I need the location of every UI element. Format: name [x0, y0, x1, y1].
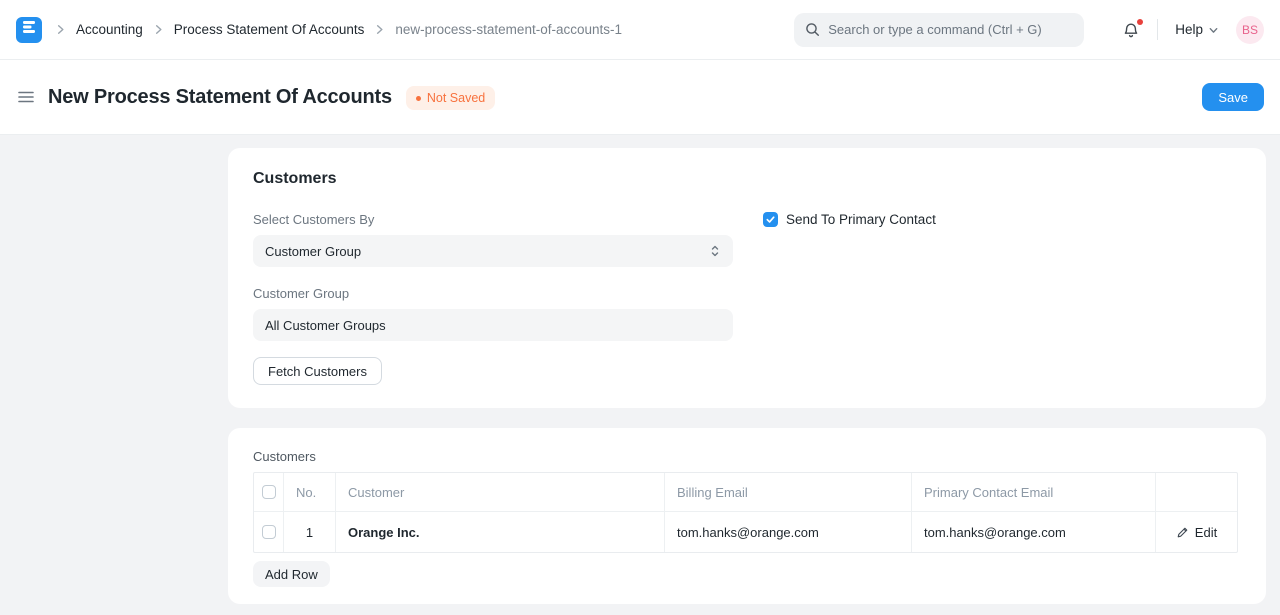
pencil-icon	[1176, 526, 1189, 539]
select-customers-by-select[interactable]: Customer Group	[253, 235, 733, 267]
select-all-checkbox[interactable]	[262, 485, 276, 499]
form-grid: Select Customers By Customer Group Custo…	[253, 212, 1241, 385]
billing-email-value: tom.hanks@orange.com	[677, 525, 819, 540]
row-checkbox[interactable]	[262, 525, 276, 539]
navbar: Accounting Process Statement Of Accounts…	[0, 0, 1280, 60]
sidebar-toggle-button[interactable]	[16, 87, 36, 107]
add-row-button[interactable]: Add Row	[253, 561, 330, 587]
search-input[interactable]	[828, 22, 1073, 37]
navbar-right: Help BS	[1122, 16, 1264, 44]
form-column-right: Send To Primary Contact	[763, 212, 1241, 385]
navbar-divider	[1157, 19, 1158, 40]
column-header-billing-email: Billing Email	[665, 473, 912, 512]
status-badge: Not Saved	[406, 86, 495, 110]
send-to-primary-contact-label: Send To Primary Contact	[786, 212, 936, 227]
help-dropdown[interactable]: Help	[1175, 22, 1219, 37]
status-dot	[416, 96, 421, 101]
edit-row-button[interactable]: Edit	[1176, 525, 1217, 540]
edit-label: Edit	[1195, 525, 1217, 540]
notifications-button[interactable]	[1122, 21, 1140, 39]
breadcrumb-accounting[interactable]: Accounting	[76, 22, 143, 37]
row-number-cell: 1	[284, 512, 336, 552]
send-to-primary-contact-checkbox[interactable]: Send To Primary Contact	[763, 212, 1241, 227]
status-badge-label: Not Saved	[427, 91, 485, 105]
page-title: New Process Statement Of Accounts	[48, 86, 392, 109]
user-avatar[interactable]: BS	[1236, 16, 1264, 44]
customer-group-label: Customer Group	[253, 286, 733, 301]
chevron-down-icon	[1208, 25, 1219, 36]
app-logo[interactable]	[16, 17, 42, 43]
customers-table-card: Customers No. Customer Billing Email Pri…	[228, 428, 1266, 604]
chevron-right-icon	[152, 23, 165, 36]
row-actions-cell: Edit	[1156, 512, 1237, 552]
page-header: New Process Statement Of Accounts Not Sa…	[0, 60, 1280, 135]
avatar-initials: BS	[1242, 23, 1258, 37]
chevron-updown-icon	[709, 244, 721, 258]
breadcrumb-doctype[interactable]: Process Statement Of Accounts	[174, 22, 365, 37]
customers-table: No. Customer Billing Email Primary Conta…	[253, 472, 1238, 553]
column-header-no: No.	[284, 473, 336, 512]
customer-group-field: Customer Group	[253, 286, 733, 341]
row-customer-cell[interactable]: Orange Inc.	[336, 512, 665, 552]
select-customers-by-label: Select Customers By	[253, 212, 733, 227]
customer-name: Orange Inc.	[348, 525, 420, 540]
section-title: Customers	[253, 170, 1241, 188]
select-customers-by-field: Select Customers By Customer Group	[253, 212, 733, 267]
column-header-customer: Customer	[336, 473, 665, 512]
checkbox-checked-icon	[763, 212, 778, 227]
column-header-actions	[1156, 473, 1237, 512]
primary-contact-email-value: tom.hanks@orange.com	[924, 525, 1066, 540]
chevron-right-icon	[54, 23, 67, 36]
customer-group-input[interactable]	[253, 309, 733, 341]
fetch-customers-button[interactable]: Fetch Customers	[253, 357, 382, 385]
save-button[interactable]: Save	[1202, 83, 1264, 111]
erpnext-logo-icon	[22, 20, 36, 39]
notification-dot	[1137, 19, 1143, 25]
select-all-cell	[254, 473, 284, 512]
breadcrumb-current-doc[interactable]: new-process-statement-of-accounts-1	[395, 22, 622, 37]
global-search[interactable]	[794, 13, 1084, 47]
customers-table-label: Customers	[253, 449, 1241, 464]
row-primary-contact-email-cell[interactable]: tom.hanks@orange.com	[912, 512, 1156, 552]
column-header-primary-contact-email: Primary Contact Email	[912, 473, 1156, 512]
breadcrumb: Accounting Process Statement Of Accounts…	[54, 22, 622, 37]
form-column-left: Select Customers By Customer Group Custo…	[253, 212, 733, 385]
chevron-right-icon	[373, 23, 386, 36]
select-customers-by-value: Customer Group	[265, 244, 361, 259]
help-label: Help	[1175, 22, 1203, 37]
customers-section-card: Customers Select Customers By Customer G…	[228, 148, 1266, 408]
row-select-cell	[254, 512, 284, 552]
search-icon	[805, 22, 820, 37]
form-body: Customers Select Customers By Customer G…	[228, 148, 1266, 604]
row-billing-email-cell[interactable]: tom.hanks@orange.com	[665, 512, 912, 552]
